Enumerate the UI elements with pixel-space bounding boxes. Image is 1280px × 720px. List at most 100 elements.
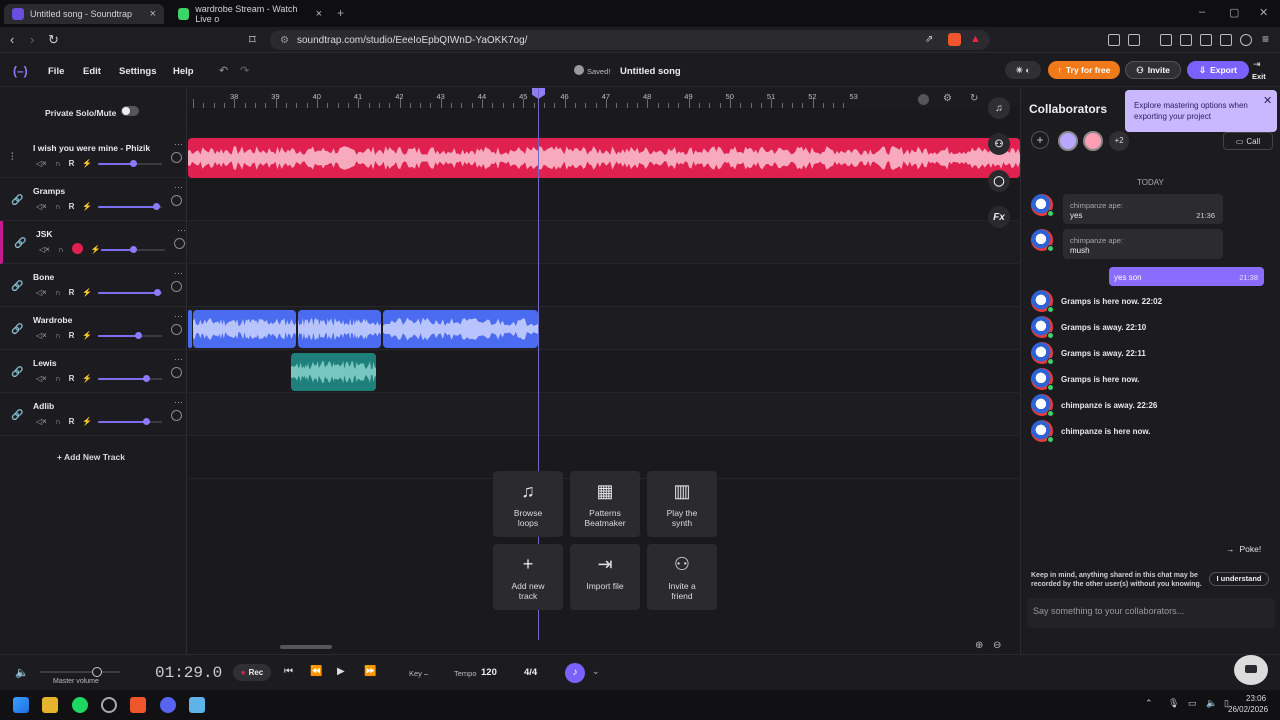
headphones-icon[interactable]: ∩ (55, 417, 61, 426)
exit-label[interactable]: Exit (1252, 72, 1266, 81)
track-name[interactable]: Wardrobe (33, 315, 72, 325)
record-button[interactable]: ● Rec (233, 664, 271, 681)
track-header[interactable]: ⫶ I wish you were mine - Phizik ◁× ∩ R ⚡ ··· (0, 135, 187, 178)
automation-icon[interactable]: ⚡ (82, 159, 92, 168)
clock-date[interactable]: 26/02/2026 (1228, 705, 1268, 714)
volume-slider-knob[interactable] (135, 332, 142, 339)
add-new-track-button[interactable]: + Add New Track (57, 452, 125, 462)
mute-icon[interactable]: ◁× (39, 245, 50, 254)
collaborators-icon[interactable]: ⚇ (988, 133, 1010, 155)
steam-icon[interactable] (101, 697, 117, 713)
track-header[interactable]: 🔗 Wardrobe ◁× ∩ R ⚡ ··· (0, 307, 187, 350)
clock-time[interactable]: 23:06 (1246, 694, 1266, 703)
mute-icon[interactable]: ◁× (36, 374, 47, 383)
automation-icon[interactable]: ⚡ (82, 331, 92, 340)
song-title[interactable]: Untitled song (620, 66, 681, 77)
automation-icon[interactable]: ⚡ (82, 374, 92, 383)
rewind-icon[interactable]: ⏪ (310, 666, 322, 677)
quick-action-tile[interactable]: ▥ Play the synth (647, 471, 717, 537)
tab-kick-stream[interactable]: wardrobe Stream - Watch Live o × (170, 4, 330, 24)
time-signature[interactable]: 4/4 (524, 667, 537, 678)
quick-action-tile[interactable]: ⇥ Import file (570, 544, 640, 610)
record-button[interactable]: R (69, 288, 75, 297)
record-button[interactable]: R (69, 417, 75, 426)
browser-menu-icon[interactable]: ≡ (1262, 32, 1269, 46)
menu-settings[interactable]: Settings (119, 66, 156, 77)
close-tab-icon[interactable]: × (316, 8, 322, 20)
chat-icon[interactable]: ◯ (988, 170, 1010, 192)
soundtrap-logo-icon[interactable]: (–) (13, 64, 28, 78)
headphones-icon[interactable]: ∩ (55, 374, 61, 383)
audio-region-wardrobe-0[interactable] (188, 310, 192, 348)
track-lane[interactable] (188, 393, 1020, 436)
speaker-icon[interactable]: 🔈 (15, 666, 29, 679)
master-volume-slider[interactable] (40, 671, 120, 673)
track-header[interactable]: 🔗 Bone ◁× ∩ R ⚡ ··· (0, 264, 187, 307)
windows-start-icon[interactable] (13, 697, 29, 713)
screenshot-icon[interactable] (1200, 34, 1212, 46)
tray-chevron-icon[interactable]: ⌃ (1145, 698, 1153, 709)
automation-icon[interactable]: ⚡ (82, 288, 92, 297)
invite-button[interactable]: ⚇ Invite (1125, 61, 1181, 79)
avatar[interactable] (1083, 131, 1103, 151)
headphones-icon[interactable]: ∩ (58, 245, 64, 254)
pan-knob[interactable] (171, 367, 182, 378)
track-lane[interactable] (188, 178, 1020, 221)
volume-slider-knob[interactable] (130, 160, 137, 167)
mute-icon[interactable]: ◁× (36, 202, 47, 211)
quick-action-tile[interactable]: ⚇ Invite a friend (647, 544, 717, 610)
new-tab-icon[interactable]: + (337, 6, 344, 20)
volume-slider-knob[interactable] (143, 375, 150, 382)
reload-icon[interactable]: ↻ (48, 32, 59, 48)
notepad-icon[interactable] (189, 697, 205, 713)
fx-button[interactable]: Fx (988, 206, 1010, 228)
volume-slider-knob[interactable] (143, 418, 150, 425)
add-collaborator-icon[interactable]: + (1031, 131, 1049, 149)
track-name[interactable]: Gramps (33, 186, 65, 196)
pan-knob[interactable] (171, 410, 182, 421)
chevron-down-icon[interactable]: ⌄ (592, 666, 600, 677)
volume-slider-knob[interactable] (153, 203, 160, 210)
zoom-in-icon[interactable]: ⊕ (975, 640, 983, 651)
discord-icon[interactable] (160, 697, 176, 713)
pan-knob[interactable] (171, 324, 182, 335)
export-button[interactable]: ⇩ Export (1187, 61, 1249, 79)
spotify-icon[interactable] (72, 697, 88, 713)
track-menu-icon[interactable]: ··· (177, 225, 186, 235)
exit-icon[interactable]: ⇥ (1253, 59, 1261, 70)
extensions-icon[interactable] (1108, 34, 1120, 46)
close-icon[interactable]: ✕ (1263, 94, 1272, 107)
mute-icon[interactable]: ◁× (36, 288, 47, 297)
microphone-icon[interactable]: 🎙 (1168, 698, 1179, 709)
sync-icon[interactable]: ↻ (970, 93, 978, 104)
back-icon[interactable]: ‹ (10, 32, 14, 47)
bookmark-icon[interactable]: ⌑ (249, 32, 256, 48)
site-info-icon[interactable]: ⚙ (280, 35, 289, 46)
try-free-button[interactable]: ↑ Try for free (1048, 61, 1120, 79)
audio-region-wardrobe-1[interactable] (193, 310, 296, 348)
file-explorer-icon[interactable] (42, 697, 58, 713)
url-field[interactable]: ⚙ soundtrap.com/studio/EeeIoEpbQIWnD-YaO… (270, 30, 990, 50)
pan-knob[interactable] (171, 195, 182, 206)
track-header[interactable]: 🔗 Adlib ◁× ∩ R ⚡ ··· (0, 393, 187, 436)
mute-icon[interactable]: ◁× (36, 159, 47, 168)
zoom-out-icon[interactable]: ⊖ (993, 640, 1001, 651)
volume-slider-knob[interactable] (130, 246, 137, 253)
menu-file[interactable]: File (48, 66, 64, 77)
master-volume-knob[interactable] (92, 667, 102, 677)
avatar[interactable] (1058, 131, 1078, 151)
automation-icon[interactable]: ⚡ (82, 417, 92, 426)
wallet-icon[interactable] (1128, 34, 1140, 46)
play-icon[interactable]: ▶ (337, 666, 345, 677)
media-icon[interactable] (1160, 34, 1172, 46)
track-lane[interactable] (188, 221, 1020, 264)
track-name[interactable]: JSK (36, 229, 53, 239)
record-button[interactable]: R (69, 374, 75, 383)
track-lane[interactable] (188, 264, 1020, 307)
more-collaborators-badge[interactable]: +2 (1109, 131, 1129, 151)
track-menu-icon[interactable]: ··· (174, 311, 183, 321)
track-name[interactable]: Lewis (33, 358, 57, 368)
quick-action-tile[interactable]: ▦ Patterns Beatmaker (570, 471, 640, 537)
call-button[interactable]: ▭ Call (1223, 132, 1273, 150)
brave-icon[interactable] (130, 697, 146, 713)
